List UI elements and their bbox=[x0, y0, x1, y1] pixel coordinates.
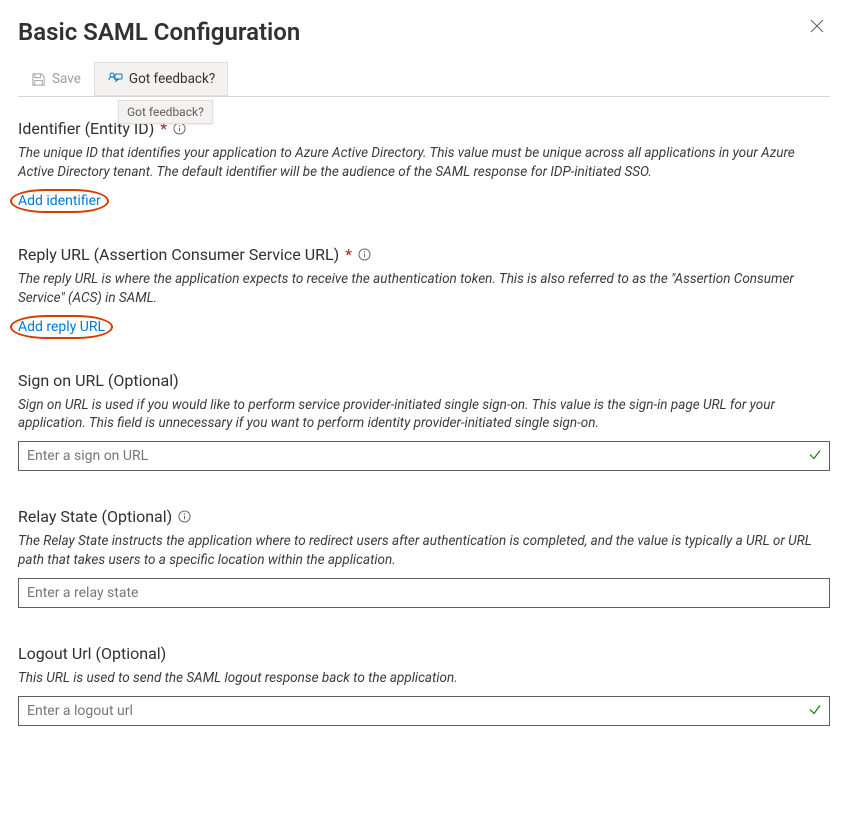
sign-on-url-label-text: Sign on URL (Optional) bbox=[18, 371, 179, 390]
logout-url-input[interactable] bbox=[18, 696, 830, 726]
add-identifier-link[interactable]: Add identifier bbox=[18, 193, 101, 209]
sign-on-url-input[interactable] bbox=[18, 441, 830, 471]
close-icon bbox=[810, 18, 824, 37]
required-star: * bbox=[345, 245, 352, 264]
page-title: Basic SAML Configuration bbox=[18, 18, 830, 46]
save-button: Save bbox=[18, 62, 94, 96]
save-label: Save bbox=[52, 71, 81, 87]
section-sign-on-url: Sign on URL (Optional) Sign on URL is us… bbox=[18, 371, 830, 472]
sign-on-url-label: Sign on URL (Optional) bbox=[18, 371, 830, 390]
feedback-icon bbox=[107, 71, 123, 87]
identifier-desc: The unique ID that identifies your appli… bbox=[18, 144, 830, 182]
relay-state-input[interactable] bbox=[18, 578, 830, 608]
info-icon[interactable] bbox=[358, 248, 371, 261]
relay-state-desc: The Relay State instructs the applicatio… bbox=[18, 532, 830, 570]
relay-state-label: Relay State (Optional) bbox=[18, 507, 830, 526]
reply-url-desc: The reply URL is where the application e… bbox=[18, 270, 830, 308]
logout-url-label-text: Logout Url (Optional) bbox=[18, 644, 166, 663]
save-icon bbox=[31, 72, 46, 87]
logout-url-label: Logout Url (Optional) bbox=[18, 644, 830, 663]
reply-url-label: Reply URL (Assertion Consumer Service UR… bbox=[18, 245, 830, 264]
section-reply-url: Reply URL (Assertion Consumer Service UR… bbox=[18, 245, 830, 335]
logout-url-desc: This URL is used to send the SAML logout… bbox=[18, 669, 830, 688]
feedback-tooltip: Got feedback? bbox=[118, 100, 213, 124]
close-button[interactable] bbox=[808, 18, 826, 36]
info-icon[interactable] bbox=[178, 510, 191, 523]
sign-on-url-desc: Sign on URL is used if you would like to… bbox=[18, 396, 830, 434]
section-relay-state: Relay State (Optional) The Relay State i… bbox=[18, 507, 830, 608]
feedback-button[interactable]: Got feedback? bbox=[94, 62, 228, 96]
section-logout-url: Logout Url (Optional) This URL is used t… bbox=[18, 644, 830, 726]
reply-url-label-text: Reply URL (Assertion Consumer Service UR… bbox=[18, 245, 339, 264]
relay-state-label-text: Relay State (Optional) bbox=[18, 507, 172, 526]
add-reply-url-link[interactable]: Add reply URL bbox=[18, 319, 105, 335]
toolbar: Save Got feedback? Got feedback? bbox=[18, 62, 830, 97]
feedback-label: Got feedback? bbox=[129, 71, 215, 87]
section-identifier: Identifier (Entity ID) * The unique ID t… bbox=[18, 119, 830, 209]
